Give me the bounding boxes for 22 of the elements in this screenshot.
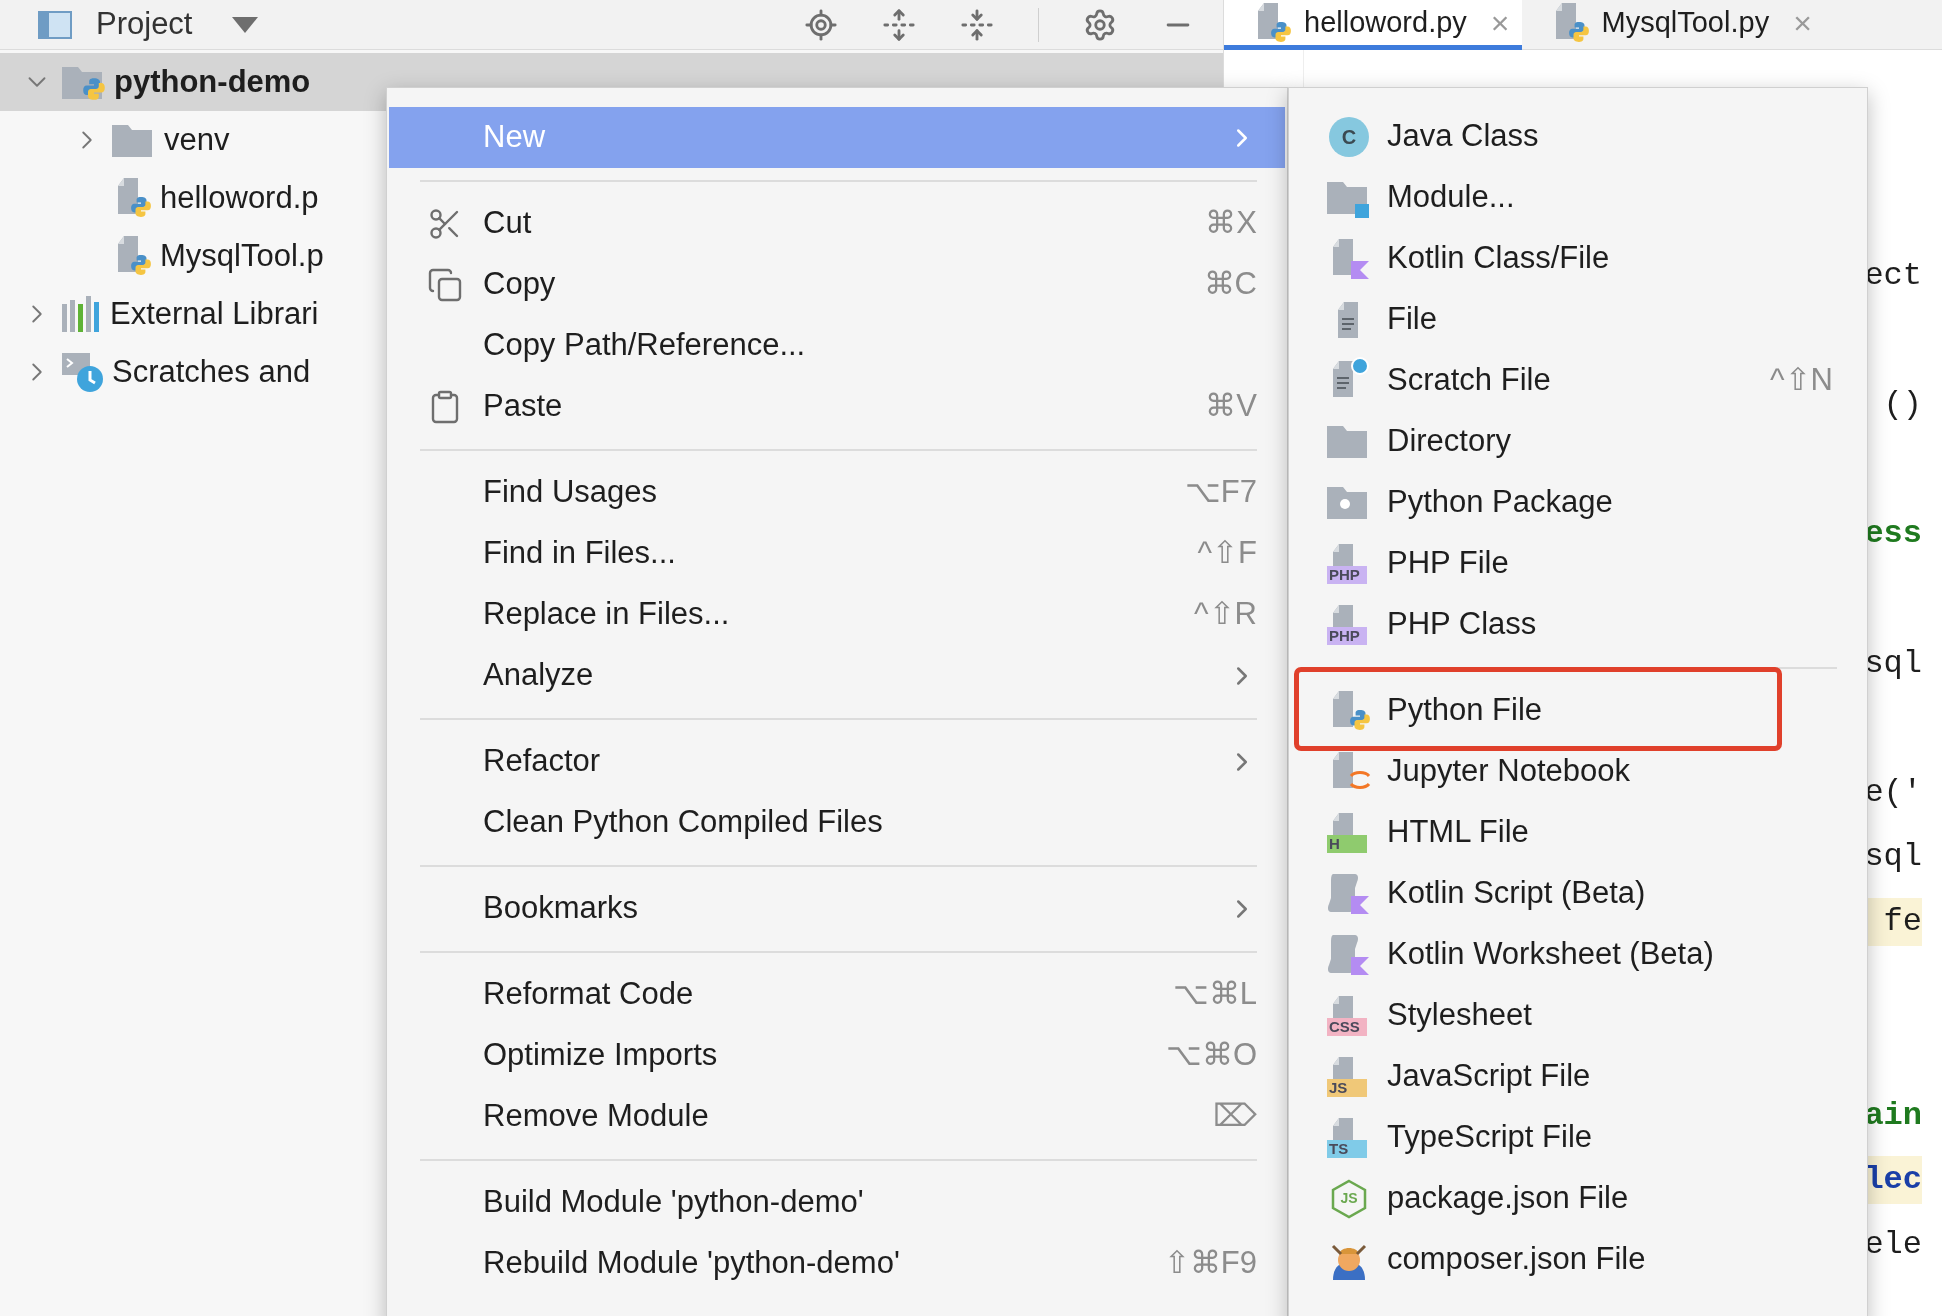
code-text: ect [1864,256,1922,297]
shortcut-label: ⌥⌘O [1165,1036,1257,1075]
node-package-icon: JS [1329,1178,1369,1219]
shortcut-label: ^⇧R [1194,595,1257,634]
class-icon: C [1329,116,1369,157]
code-text: ess [1864,514,1922,555]
shortcut-label: ⌘C [1203,265,1257,304]
shortcut-label: ⌥F7 [1184,473,1257,512]
code-text: ele [1864,1225,1922,1265]
code-text: ain [1864,1095,1922,1136]
shortcut-label: ^⇧F [1197,534,1257,573]
shortcut-label: ⇧⌘F9 [1163,1244,1257,1283]
shortcut-label: ⌥⌘L [1172,975,1257,1014]
code-text: sql [1864,837,1922,878]
shortcut-label: ⌘X [1205,204,1257,243]
shortcut-label: ⌦ [1213,1097,1257,1136]
code-text: sql [1864,643,1922,684]
shortcut-label: ^⇧N [1770,361,1833,400]
code-text: e(' [1864,772,1922,813]
code-text: () [1883,385,1922,426]
panel-title: Project [96,5,193,44]
shortcut-label: ⌘V [1205,387,1257,426]
